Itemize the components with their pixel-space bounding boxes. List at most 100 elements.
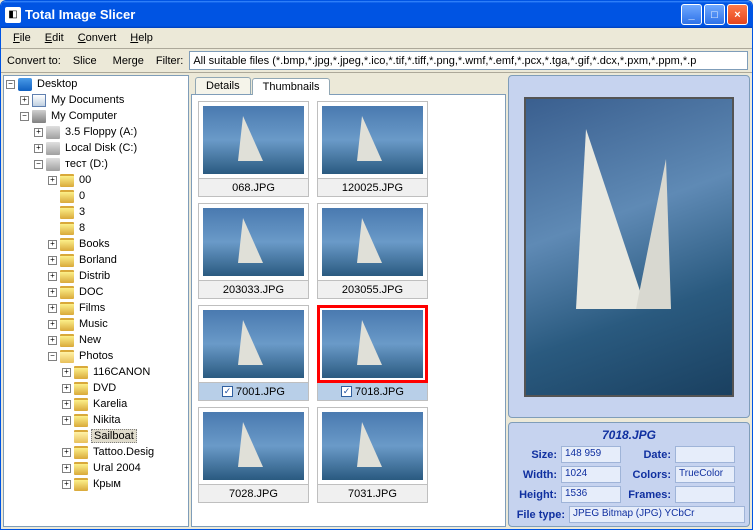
width-label: Width: — [513, 469, 557, 481]
thumbnail-image[interactable] — [198, 101, 309, 179]
thumbnail-item[interactable]: 7031.JPG — [317, 407, 428, 503]
thumbnail-image[interactable] — [317, 101, 428, 179]
tree-item[interactable]: Karelia — [91, 398, 129, 410]
tree-item[interactable]: 3 — [77, 206, 87, 218]
tree-collapse-icon[interactable]: − — [34, 160, 43, 169]
tree-item-selected[interactable]: Sailboat — [91, 429, 137, 443]
date-label: Date: — [625, 449, 671, 461]
tree-expand-icon[interactable]: + — [48, 240, 57, 249]
thumbnail-item[interactable]: 068.JPG — [198, 101, 309, 197]
tree-expand-icon[interactable]: + — [62, 464, 71, 473]
tree-item[interactable]: тест (D:) — [63, 158, 110, 170]
tree-expand-icon[interactable]: + — [62, 480, 71, 489]
tree-expand-icon[interactable]: + — [48, 304, 57, 313]
tab-thumbnails[interactable]: Thumbnails — [252, 78, 331, 95]
folder-icon — [60, 318, 74, 331]
merge-button[interactable]: Merge — [107, 52, 150, 70]
folder-icon — [60, 238, 74, 251]
tree-expand-icon[interactable]: + — [62, 368, 71, 377]
folder-tree[interactable]: − Desktop + My Documents − My Computer +3.5… — [3, 75, 189, 527]
thumbnail-item[interactable]: 7028.JPG — [198, 407, 309, 503]
slice-button[interactable]: Slice — [67, 52, 103, 70]
maximize-button[interactable]: □ — [704, 4, 725, 25]
tree-item[interactable]: My Documents — [49, 94, 126, 106]
menu-edit[interactable]: Edit — [39, 30, 70, 46]
filetype-label: File type: — [513, 509, 565, 521]
floppy-icon — [46, 126, 60, 139]
tree-collapse-icon[interactable]: − — [48, 352, 57, 361]
tree-collapse-icon[interactable]: − — [6, 80, 15, 89]
check-icon[interactable]: ✓ — [222, 386, 233, 397]
thumbnail-image[interactable] — [198, 407, 309, 485]
tree-item[interactable]: Local Disk (C:) — [63, 142, 139, 154]
thumbnail-item[interactable]: 120025.JPG — [317, 101, 428, 197]
thumbnail-image[interactable] — [198, 203, 309, 281]
tree-item[interactable]: Photos — [77, 350, 115, 362]
tree-expand-icon[interactable]: + — [62, 448, 71, 457]
thumbnail-label[interactable]: 203055.JPG — [317, 281, 428, 299]
tree-item[interactable]: Nikita — [91, 414, 123, 426]
thumbnail-image[interactable] — [317, 203, 428, 281]
convert-to-label: Convert to: — [5, 55, 63, 67]
tree-expand-icon[interactable]: + — [34, 128, 43, 137]
tree-expand-icon[interactable]: + — [62, 416, 71, 425]
menu-convert[interactable]: Convert — [72, 30, 123, 46]
tree-expand-icon[interactable]: + — [48, 320, 57, 329]
tree-expand-icon[interactable]: + — [62, 400, 71, 409]
thumbnail-item[interactable]: ✓7018.JPG — [317, 305, 428, 401]
tree-item[interactable]: DOC — [77, 286, 105, 298]
thumbnail-label[interactable]: ✓7001.JPG — [198, 383, 309, 401]
titlebar[interactable]: ◧ Total Image Slicer _ □ × — [1, 1, 752, 28]
folder-open-icon — [74, 430, 88, 443]
filter-input[interactable] — [189, 51, 748, 70]
thumbnail-item[interactable]: ✓7001.JPG — [198, 305, 309, 401]
close-button[interactable]: × — [727, 4, 748, 25]
thumbnail-label[interactable]: 120025.JPG — [317, 179, 428, 197]
tree-expand-icon[interactable]: + — [48, 336, 57, 345]
tree-item[interactable]: Ural 2004 — [91, 462, 143, 474]
tree-expand-icon[interactable]: + — [48, 272, 57, 281]
thumbnail-image[interactable] — [198, 305, 309, 383]
tree-item[interactable]: Films — [77, 302, 107, 314]
tree-item[interactable]: 0 — [77, 190, 87, 202]
thumbnail-label[interactable]: ✓7018.JPG — [317, 383, 428, 401]
tree-item[interactable]: 00 — [77, 174, 93, 186]
menu-file[interactable]: File — [7, 30, 37, 46]
check-icon[interactable]: ✓ — [341, 386, 352, 397]
thumbnail-image[interactable] — [317, 407, 428, 485]
minimize-button[interactable]: _ — [681, 4, 702, 25]
tree-item[interactable]: 8 — [77, 222, 87, 234]
tree-item-desktop[interactable]: Desktop — [35, 78, 79, 90]
tab-details[interactable]: Details — [195, 77, 251, 94]
tree-item[interactable]: 116CANON — [91, 366, 152, 378]
thumbnail-label[interactable]: 7031.JPG — [317, 485, 428, 503]
tree-expand-icon[interactable]: + — [62, 384, 71, 393]
tree-item[interactable]: Крым — [91, 478, 123, 490]
tree-collapse-icon[interactable]: − — [20, 112, 29, 121]
tree-item[interactable]: 3.5 Floppy (A:) — [63, 126, 139, 138]
thumbnail-label[interactable]: 7028.JPG — [198, 485, 309, 503]
tree-expand-icon[interactable]: + — [48, 288, 57, 297]
info-panel: 7018.JPG Size: 148 959 Date: Width: 1024… — [508, 422, 750, 527]
tree-item[interactable]: Borland — [77, 254, 119, 266]
tree-expand-icon[interactable]: + — [34, 144, 43, 153]
tree-item[interactable]: Distrib — [77, 270, 112, 282]
size-label: Size: — [513, 449, 557, 461]
thumbnail-label[interactable]: 068.JPG — [198, 179, 309, 197]
tree-item[interactable]: New — [77, 334, 103, 346]
thumbnail-item[interactable]: 203055.JPG — [317, 203, 428, 299]
tree-expand-icon[interactable]: + — [48, 176, 57, 185]
tree-item[interactable]: Tattoo.Desig — [91, 446, 156, 458]
thumbnail-label[interactable]: 203033.JPG — [198, 281, 309, 299]
tree-item[interactable]: DVD — [91, 382, 118, 394]
tree-item[interactable]: Music — [77, 318, 110, 330]
menu-help[interactable]: Help — [124, 30, 159, 46]
tree-item[interactable]: My Computer — [49, 110, 119, 122]
tree-expand-icon[interactable]: + — [20, 96, 29, 105]
thumbnail-image[interactable] — [317, 305, 428, 383]
tree-item[interactable]: Books — [77, 238, 112, 250]
info-filename: 7018.JPG — [513, 428, 745, 442]
thumbnail-item[interactable]: 203033.JPG — [198, 203, 309, 299]
thumbnail-area[interactable]: 068.JPG120025.JPG203033.JPG203055.JPG✓70… — [191, 94, 506, 527]
tree-expand-icon[interactable]: + — [48, 256, 57, 265]
